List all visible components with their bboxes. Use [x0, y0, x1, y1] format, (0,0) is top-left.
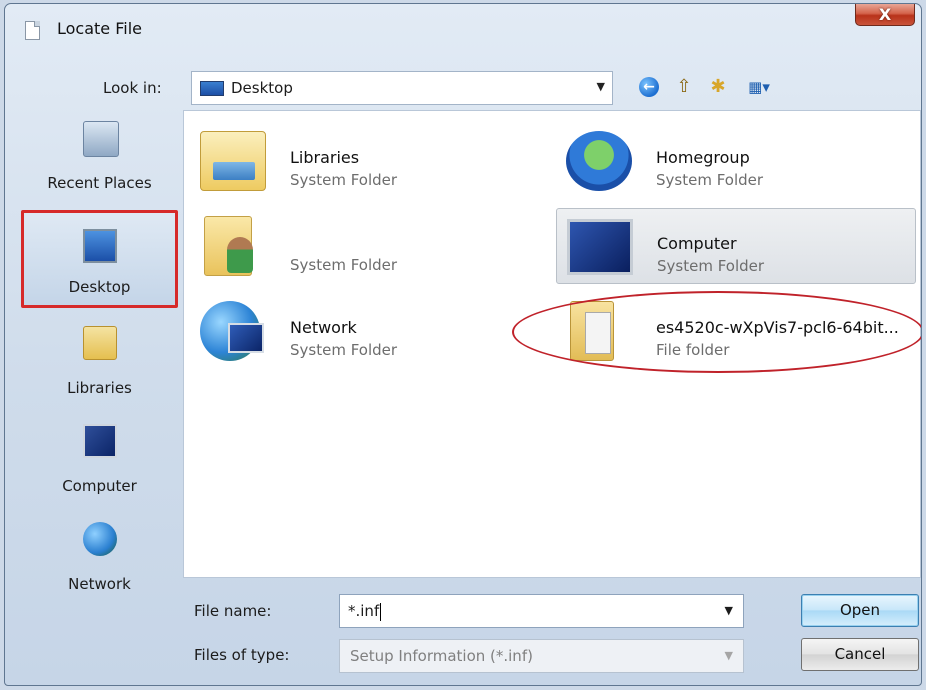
item-type: System Folder [290, 171, 398, 189]
file-type-select: Setup Information (*.inf) ▼ [339, 639, 744, 673]
close-button[interactable]: X [855, 4, 915, 26]
file-list: Libraries System Folder Homegroup System… [183, 110, 921, 578]
desktop-icon [200, 81, 224, 96]
computer-icon [83, 424, 117, 458]
chevron-down-icon: ▼ [724, 649, 733, 662]
places-bar: Recent Places Desktop Libraries Computer… [21, 111, 178, 606]
recent-places-icon [83, 121, 119, 157]
libraries-icon [83, 326, 117, 360]
open-button[interactable]: Open [801, 594, 919, 627]
homegroup-icon [566, 131, 632, 191]
file-type-value: Setup Information (*.inf) [350, 647, 533, 665]
item-name: es4520c-wXpVis7-pcl6-64bit... [656, 318, 899, 337]
chevron-down-icon[interactable]: ▼ [725, 604, 733, 617]
up-folder-icon[interactable]: ⇧ [671, 74, 697, 100]
dialog-title: Locate File [57, 19, 142, 38]
list-item-homegroup[interactable]: Homegroup System Folder [556, 123, 916, 199]
network-icon [200, 301, 264, 361]
place-network[interactable]: Network [21, 512, 178, 602]
file-type-label: Files of type: [194, 646, 290, 664]
computer-icon [567, 219, 633, 275]
look-in-dropdown[interactable]: Desktop ▼ [191, 71, 613, 105]
list-item-libraries[interactable]: Libraries System Folder [190, 123, 540, 199]
item-type: System Folder [657, 257, 765, 275]
item-type: File folder [656, 341, 730, 359]
network-icon [83, 522, 117, 556]
look-in-label: Look in: [103, 79, 162, 97]
look-in-value: Desktop [231, 79, 293, 97]
place-label: Network [68, 575, 131, 593]
place-libraries[interactable]: Libraries [21, 316, 178, 406]
title-bar: Locate File X [5, 4, 921, 54]
libraries-icon [200, 131, 266, 191]
view-menu-icon[interactable]: ▦▾ [739, 74, 779, 100]
place-label: Libraries [67, 379, 132, 397]
item-type: System Folder [290, 341, 398, 359]
list-item-driver-folder[interactable]: es4520c-wXpVis7-pcl6-64bit... File folde… [556, 293, 916, 369]
item-type: System Folder [290, 256, 398, 274]
item-name: Network [290, 318, 357, 337]
list-item-computer[interactable]: Computer System Folder [556, 208, 916, 284]
place-label: Desktop [68, 278, 131, 296]
folder-icon [570, 301, 614, 361]
document-icon [25, 21, 40, 40]
cancel-button[interactable]: Cancel [801, 638, 919, 671]
item-type: System Folder [656, 171, 764, 189]
file-name-label: File name: [194, 602, 272, 620]
list-item-network[interactable]: Network System Folder [190, 293, 540, 369]
back-arrow-icon[interactable]: ← [639, 77, 659, 97]
locate-file-dialog: Locate File X Look in: Desktop ▼ ← ⇧ ✱ ▦… [4, 3, 922, 686]
item-name: Computer [657, 234, 737, 253]
user-folder-icon [204, 216, 253, 276]
item-name: Libraries [290, 148, 360, 167]
item-name: Homegroup [656, 148, 750, 167]
list-item-user-folder[interactable]: System Folder [190, 208, 540, 284]
place-label: Recent Places [47, 174, 152, 192]
file-name-value: *.inf [348, 602, 382, 621]
place-recent-places[interactable]: Recent Places [21, 111, 178, 201]
new-folder-icon[interactable]: ✱ [705, 74, 731, 100]
place-label: Computer [62, 477, 137, 495]
place-desktop[interactable]: Desktop [21, 210, 178, 308]
chevron-down-icon: ▼ [596, 80, 605, 93]
file-name-input[interactable]: *.inf ▼ [339, 594, 744, 628]
desktop-icon [83, 229, 117, 263]
place-computer[interactable]: Computer [21, 414, 178, 504]
